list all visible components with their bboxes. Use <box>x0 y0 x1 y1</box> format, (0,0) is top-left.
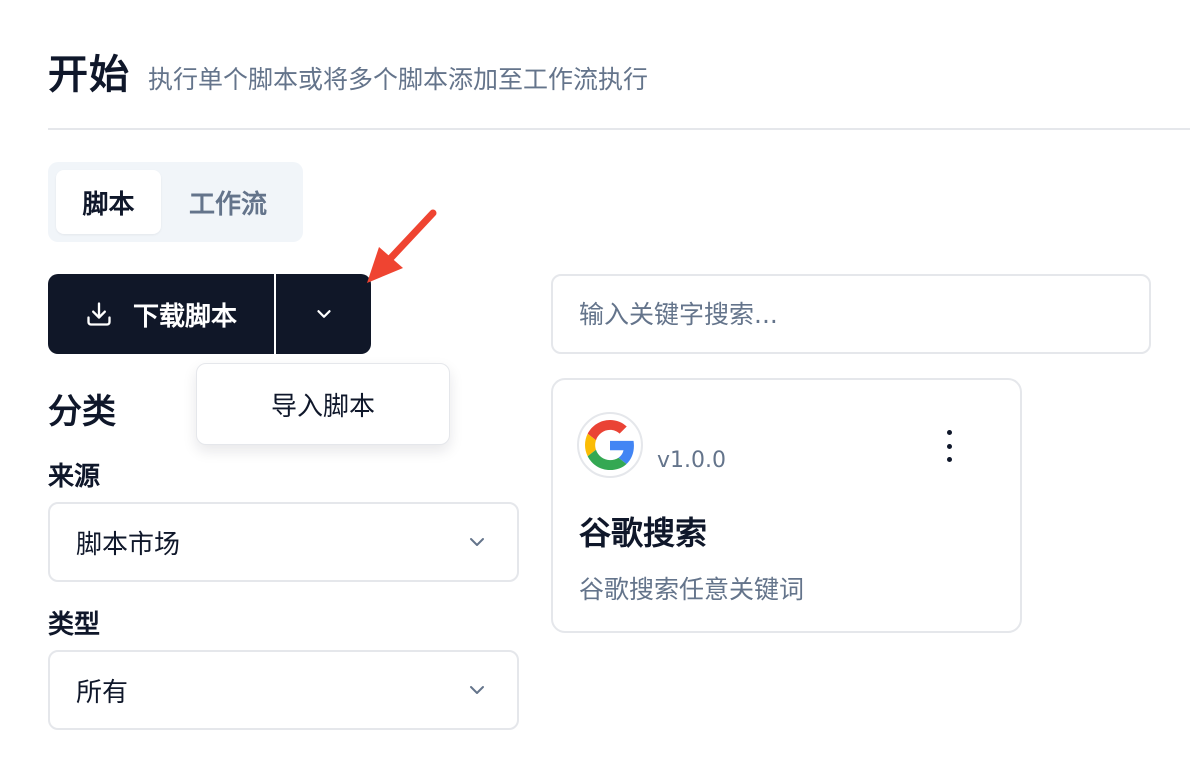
page: 开始 执行单个脚本或将多个脚本添加至工作流执行 脚本 工作流 下载脚本 导入脚本… <box>0 0 1190 760</box>
download-dropdown-menu: 导入脚本 <box>196 363 450 445</box>
page-title: 开始 <box>48 52 130 98</box>
script-title: 谷歌搜索 <box>579 514 708 552</box>
source-select[interactable]: 脚本市场 <box>48 502 519 582</box>
category-heading: 分类 <box>48 392 116 432</box>
dot <box>946 443 952 449</box>
annotation-arrow-icon <box>367 209 437 283</box>
source-select-value: 脚本市场 <box>76 529 181 560</box>
script-version: v1.0.0 <box>657 448 726 473</box>
dot <box>946 457 952 462</box>
chevron-down-icon <box>470 686 484 694</box>
script-card[interactable]: v1.0.0 谷歌搜索 谷歌搜索任意关键词 <box>551 378 1022 633</box>
type-label: 类型 <box>48 610 101 640</box>
search-input[interactable] <box>551 274 1151 354</box>
chevron-down-icon <box>316 310 331 318</box>
download-script-button[interactable]: 下载脚本 <box>48 274 274 354</box>
download-icon <box>87 302 111 326</box>
download-script-label: 下载脚本 <box>132 301 237 332</box>
download-button-group: 下载脚本 <box>48 274 371 354</box>
more-options-icon[interactable] <box>935 430 963 462</box>
google-logo-icon <box>577 412 643 478</box>
dot <box>946 430 952 435</box>
tab-bar: 脚本 工作流 <box>48 162 303 242</box>
chevron-down-icon <box>470 538 484 546</box>
script-description: 谷歌搜索任意关键词 <box>579 575 805 604</box>
import-script-menu-item[interactable]: 导入脚本 <box>271 386 375 423</box>
page-header: 开始 执行单个脚本或将多个脚本添加至工作流执行 <box>48 42 648 100</box>
source-label: 来源 <box>48 462 101 492</box>
tab-workflow[interactable]: 工作流 <box>161 170 295 234</box>
google-g-icon <box>585 420 634 470</box>
type-select[interactable]: 所有 <box>48 650 519 730</box>
page-subtitle: 执行单个脚本或将多个脚本添加至工作流执行 <box>148 65 649 94</box>
tab-scripts[interactable]: 脚本 <box>56 170 161 234</box>
type-select-value: 所有 <box>76 677 129 708</box>
header-divider <box>48 128 1190 130</box>
